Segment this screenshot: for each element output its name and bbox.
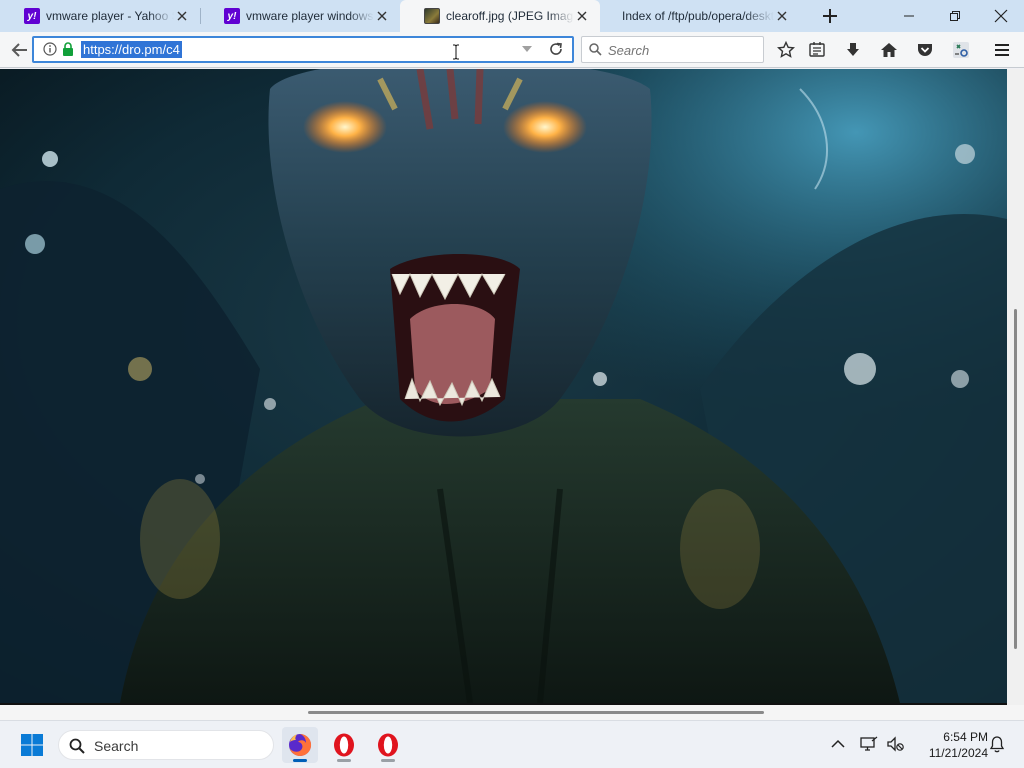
menu-button[interactable] (990, 38, 1014, 62)
taskbar-app-opera[interactable] (326, 727, 362, 763)
pocket-button[interactable] (913, 38, 937, 62)
restore-icon (950, 11, 960, 21)
firefox-icon (289, 733, 312, 756)
clock-date: 11/21/2024 (928, 746, 988, 760)
image-thumbnail-icon (424, 8, 440, 24)
close-tab-icon[interactable] (374, 8, 390, 24)
tab-opera-ftp-index[interactable]: Index of /ftp/pub/opera/desktop/ (600, 0, 800, 32)
image-viewer (0, 69, 1024, 705)
back-arrow-icon (11, 43, 27, 57)
windows-taskbar: Search 6:54 PM 11/21/2024 (0, 720, 1024, 768)
windows-start-icon[interactable] (20, 733, 44, 757)
close-tab-icon[interactable] (574, 8, 590, 24)
new-tab-icon[interactable] (818, 4, 842, 28)
search-placeholder: Search (608, 43, 650, 58)
taskbar-search-box[interactable]: Search (58, 730, 274, 760)
reader-list-icon (809, 42, 825, 57)
extension-icon (953, 42, 969, 58)
displayed-image[interactable] (0, 69, 1007, 703)
bookmark-star-icon (777, 41, 795, 58)
search-icon (589, 43, 602, 56)
url-text[interactable]: https://dro.pm/c4 (81, 41, 182, 58)
opera-icon (334, 733, 354, 757)
scrollbar-thumb[interactable] (1014, 309, 1017, 649)
horizontal-scrollbar-thumb[interactable] (308, 711, 764, 714)
running-indicator (381, 759, 395, 762)
menu-icon (995, 44, 1009, 56)
navigation-toolbar: https://dro.pm/c4 Search (0, 32, 1024, 68)
search-bar[interactable]: Search (581, 36, 764, 63)
tab-title: Index of /ftp/pub/opera/desktop/ (622, 9, 774, 23)
yahoo-icon: y! (24, 8, 40, 24)
reload-icon[interactable] (548, 41, 564, 57)
close-window-button[interactable] (978, 0, 1024, 32)
bookmark-button[interactable] (774, 38, 798, 62)
minimize-icon (904, 15, 914, 17)
yahoo-icon: y! (224, 8, 240, 24)
taskbar-search-label: Search (94, 738, 139, 754)
opera-icon (378, 733, 398, 757)
tab-title: vmware player windows 10 (246, 9, 374, 23)
close-tab-icon[interactable] (774, 8, 790, 24)
restore-button[interactable] (932, 0, 978, 32)
tab-title: vmware player - Yahoo Search (46, 9, 174, 23)
running-indicator (337, 759, 351, 762)
chevron-up-icon (831, 739, 845, 748)
network-monitor-icon (860, 736, 878, 751)
active-indicator (293, 759, 307, 762)
taskbar-app-firefox[interactable] (282, 727, 318, 763)
close-tab-icon[interactable] (174, 8, 190, 24)
vertical-scrollbar[interactable] (1007, 69, 1024, 705)
lock-icon[interactable] (62, 42, 74, 56)
download-icon (847, 43, 859, 56)
text-cursor-icon (453, 44, 459, 60)
tab-yahoo-search[interactable]: y! vmware player - Yahoo Search (0, 0, 200, 32)
downloads-button[interactable] (841, 38, 865, 62)
tray-network[interactable] (858, 733, 880, 755)
search-icon (69, 738, 85, 754)
tab-title: clearoff.jpg (JPEG Image, 1366 × 768 pix… (446, 9, 574, 23)
dropdown-arrow-icon[interactable] (521, 44, 533, 54)
url-bar[interactable]: https://dro.pm/c4 (32, 36, 574, 63)
volume-muted-icon (887, 736, 904, 752)
clock-time: 6:54 PM (943, 730, 988, 744)
tray-overflow-button[interactable] (827, 733, 849, 755)
tab-clearoff-jpg[interactable]: clearoff.jpg (JPEG Image, 1366 × 768 pix… (400, 0, 600, 32)
notification-bell-icon (989, 736, 1005, 753)
tray-notifications[interactable] (986, 733, 1008, 755)
minimize-button[interactable] (886, 0, 932, 32)
taskbar-app-opera-2[interactable] (370, 727, 406, 763)
home-icon (881, 43, 897, 57)
library-button[interactable] (805, 38, 829, 62)
back-button[interactable] (8, 38, 32, 62)
close-icon (994, 9, 1008, 23)
info-icon[interactable] (43, 42, 57, 56)
extension-button[interactable] (949, 38, 973, 62)
tab-strip: y! vmware player - Yahoo Search y! vmwar… (0, 0, 1024, 32)
pocket-icon (918, 44, 932, 56)
home-button[interactable] (877, 38, 901, 62)
system-clock[interactable]: 6:54 PM 11/21/2024 (912, 729, 988, 761)
tray-volume[interactable] (884, 733, 906, 755)
tab-yahoo-windows10[interactable]: y! vmware player windows 10 (200, 0, 400, 32)
